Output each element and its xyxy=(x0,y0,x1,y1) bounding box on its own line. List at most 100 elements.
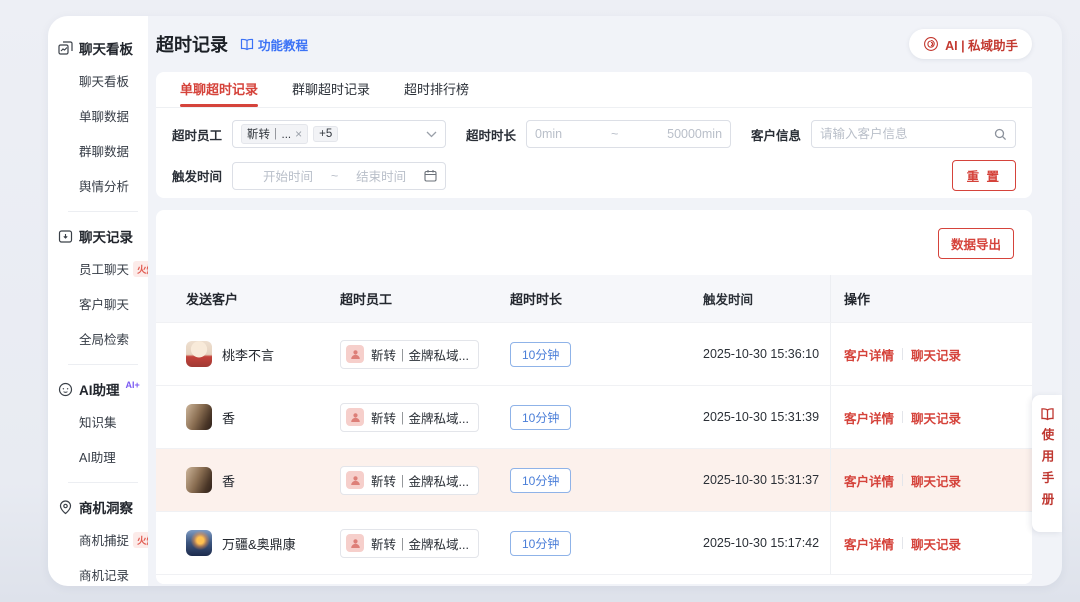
sidebar-group-label: 商机洞察 xyxy=(79,497,133,517)
employee-chip[interactable]: 靳转｜金牌私域... xyxy=(340,466,479,495)
calendar-icon xyxy=(424,169,437,182)
tab-bar: 单聊超时记录 群聊超时记录 超时排行榜 xyxy=(156,72,1032,108)
sidebar-item-global-search[interactable]: 全局检索 xyxy=(58,329,148,348)
sidebar-group-chat-dashboard[interactable]: 聊天看板 xyxy=(58,38,148,58)
manual-tab-label: 使用手册 xyxy=(1038,428,1057,514)
search-icon xyxy=(994,128,1007,141)
person-icon xyxy=(346,345,364,363)
sidebar-item-chat-dashboard[interactable]: 聊天看板 xyxy=(58,71,148,90)
reset-button[interactable]: 重 置 xyxy=(952,160,1016,191)
customer-detail-link[interactable]: 客户详情 xyxy=(844,408,894,427)
customer-avatar xyxy=(186,530,212,556)
sidebar-item-sentiment[interactable]: 舆情分析 xyxy=(58,176,148,195)
duration-min-value[interactable]: 0min xyxy=(535,127,562,141)
sidebar-divider xyxy=(68,364,138,365)
chevron-down-icon xyxy=(426,131,437,138)
ai-face-icon xyxy=(58,382,73,397)
employee-chip[interactable]: 靳转｜金牌私域... xyxy=(340,529,479,558)
sidebar-item-customer-chat[interactable]: 客户聊天 xyxy=(58,294,148,313)
action-divider xyxy=(902,537,903,549)
sidebar-divider xyxy=(68,211,138,212)
table-row[interactable]: 万疆&奥鼎康 靳转｜金牌私域... 10分钟 2025-10-30 15:17:… xyxy=(156,511,1032,574)
export-button[interactable]: 数据导出 xyxy=(938,228,1014,259)
main-content: 超时记录 功能教程 AI | 私域助手 单聊超时记录 xyxy=(148,16,1062,586)
sidebar-group-label: 聊天记录 xyxy=(79,226,133,246)
page-title: 超时记录 xyxy=(156,31,228,57)
table-row[interactable]: 桃李不言 靳转｜金牌私域... 10分钟 2025-10-30 15:36:10… xyxy=(156,322,1032,385)
action-divider xyxy=(902,348,903,360)
more-tags-chip[interactable]: +5 xyxy=(313,126,338,142)
sidebar-item-ai-assistant[interactable]: AI助理 xyxy=(58,447,148,466)
chat-record-link[interactable]: 聊天记录 xyxy=(911,534,961,553)
sidebar-item-single-chat-data[interactable]: 单聊数据 xyxy=(58,106,148,125)
time-tilde: ~ xyxy=(331,169,338,183)
sidebar-group-ai-assistant[interactable]: AI助理 AI+ xyxy=(58,379,148,399)
col-header-customer: 发送客户 xyxy=(156,289,340,308)
customer-search-box[interactable] xyxy=(811,120,1016,148)
duration-max-value[interactable]: 50000min xyxy=(667,127,722,141)
customer-name: 万疆&奥鼎康 xyxy=(222,534,296,553)
sidebar: 聊天看板 聊天看板 单聊数据 群聊数据 舆情分析 聊天记录 员工聊天 火爆 客户… xyxy=(48,16,148,586)
duration-chip: 10分钟 xyxy=(510,531,571,556)
duration-range-input[interactable]: 0min ~ 50000min xyxy=(526,120,731,148)
duration-chip: 10分钟 xyxy=(510,468,571,493)
selected-employee-tag[interactable]: 靳转｜... × xyxy=(241,124,308,144)
employee-chip[interactable]: 靳转｜金牌私域... xyxy=(340,340,479,369)
trigger-time-range-input[interactable]: 开始时间 ~ 结束时间 xyxy=(232,162,446,190)
customer-name: 香 xyxy=(222,408,235,427)
duration-filter-label: 超时时长 xyxy=(466,125,516,144)
tab-single-chat-timeout[interactable]: 单聊超时记录 xyxy=(180,79,258,107)
employee-select[interactable]: 靳转｜... × +5 xyxy=(232,120,446,148)
sidebar-item-opportunity-records[interactable]: 商机记录 xyxy=(58,565,148,584)
chat-record-link[interactable]: 聊天记录 xyxy=(911,345,961,364)
tab-group-chat-timeout[interactable]: 群聊超时记录 xyxy=(292,79,370,107)
person-icon xyxy=(346,534,364,552)
customer-filter-label: 客户信息 xyxy=(751,125,801,144)
remove-tag-icon[interactable]: × xyxy=(295,127,302,141)
end-time-placeholder[interactable]: 结束时间 xyxy=(356,166,406,185)
ai-assistant-button[interactable]: AI | 私域助手 xyxy=(909,29,1032,59)
sidebar-group-chat-records[interactable]: 聊天记录 xyxy=(58,226,148,246)
page-header: 超时记录 功能教程 AI | 私域助手 xyxy=(156,16,1032,72)
employee-chip[interactable]: 靳转｜金牌私域... xyxy=(340,403,479,432)
customer-detail-link[interactable]: 客户详情 xyxy=(844,345,894,364)
sidebar-group-opportunity[interactable]: 商机洞察 xyxy=(58,497,148,517)
sidebar-item-knowledge-set[interactable]: 知识集 xyxy=(58,412,148,431)
customer-detail-link[interactable]: 客户详情 xyxy=(844,534,894,553)
pin-icon xyxy=(58,500,73,515)
chat-record-icon xyxy=(58,229,73,244)
trigger-time: 2025-10-30 15:17:42 xyxy=(703,536,830,550)
col-header-trigger-time: 触发时间 xyxy=(703,289,830,308)
ai-plus-badge: AI+ xyxy=(126,380,140,390)
tutorial-link[interactable]: 功能教程 xyxy=(240,35,308,54)
table-row[interactable]: 香 靳转｜金牌私域... 10分钟 2025-10-30 15:31:39 客户… xyxy=(156,385,1032,448)
user-manual-tab[interactable]: 使用手册 xyxy=(1032,395,1062,532)
sidebar-item-opportunity-capture[interactable]: 商机捕捉 火爆 xyxy=(58,530,148,549)
table-row-partial xyxy=(156,574,1032,584)
customer-avatar xyxy=(186,341,212,367)
customer-search-input[interactable] xyxy=(820,127,994,141)
customer-avatar xyxy=(186,467,212,493)
employee-filter-label: 超时员工 xyxy=(172,125,222,144)
trigger-time: 2025-10-30 15:31:37 xyxy=(703,473,830,487)
sidebar-item-group-chat-data[interactable]: 群聊数据 xyxy=(58,141,148,160)
sidebar-group-label: 聊天看板 xyxy=(79,38,133,58)
start-time-placeholder[interactable]: 开始时间 xyxy=(241,166,313,185)
customer-name: 香 xyxy=(222,471,235,490)
duration-chip: 10分钟 xyxy=(510,405,571,430)
tab-timeout-ranking[interactable]: 超时排行榜 xyxy=(404,79,469,107)
filters-card: 单聊超时记录 群聊超时记录 超时排行榜 超时员工 靳转｜... × +5 xyxy=(156,72,1032,198)
app-window: 聊天看板 聊天看板 单聊数据 群聊数据 舆情分析 聊天记录 员工聊天 火爆 客户… xyxy=(48,16,1062,586)
col-header-employee: 超时员工 xyxy=(340,289,510,308)
chat-record-link[interactable]: 聊天记录 xyxy=(911,471,961,490)
duration-tilde: ~ xyxy=(611,127,618,141)
customer-detail-link[interactable]: 客户详情 xyxy=(844,471,894,490)
sidebar-group-label: AI助理 xyxy=(79,379,120,399)
filter-row-1: 超时员工 靳转｜... × +5 超时时长 0min xyxy=(172,120,1016,148)
col-header-duration: 超时时长 xyxy=(510,289,703,308)
sidebar-item-employee-chat[interactable]: 员工聊天 火爆 xyxy=(58,259,148,278)
table-row-highlighted[interactable]: 香 靳转｜金牌私域... 10分钟 2025-10-30 15:31:37 客户… xyxy=(156,448,1032,511)
chat-record-link[interactable]: 聊天记录 xyxy=(911,408,961,427)
duration-chip: 10分钟 xyxy=(510,342,571,367)
person-icon xyxy=(346,471,364,489)
